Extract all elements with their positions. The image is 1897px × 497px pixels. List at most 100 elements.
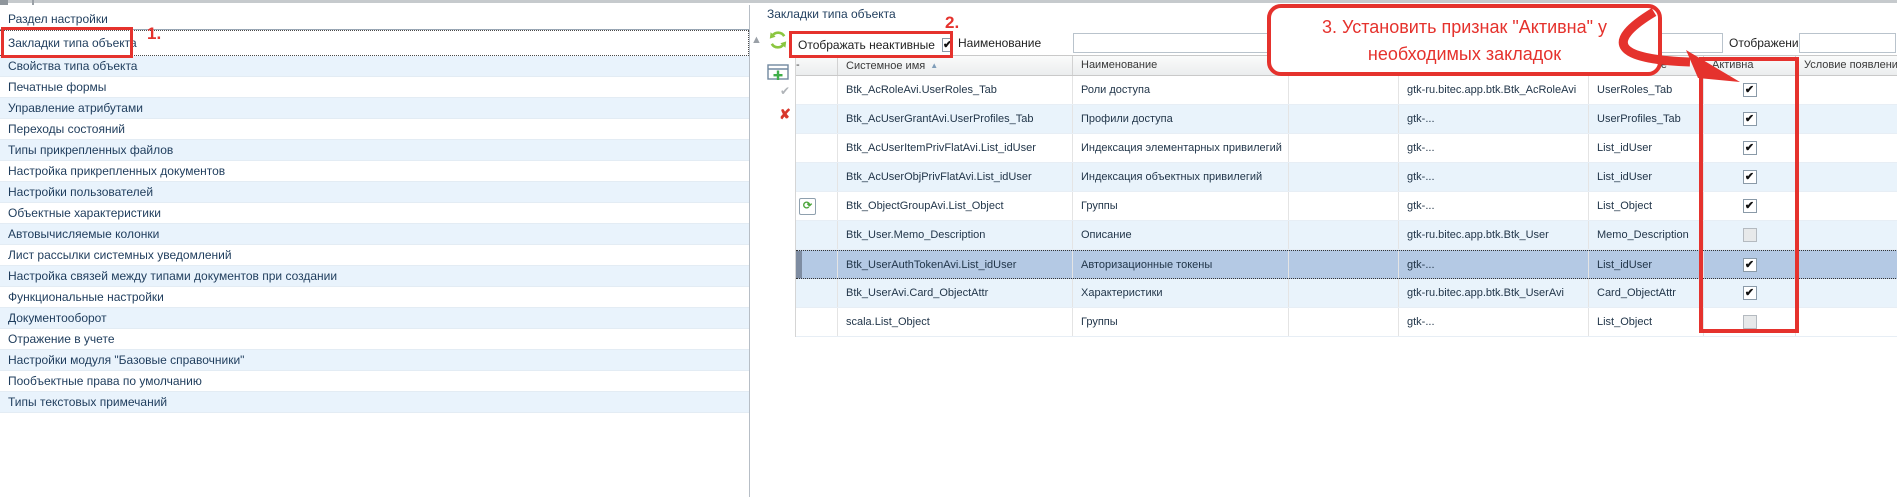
- settings-section-item[interactable]: Печатные формы: [0, 77, 749, 98]
- column-header[interactable]: Активна: [1704, 56, 1796, 75]
- settings-section-header[interactable]: Раздел настройки: [0, 8, 749, 30]
- active-cell: ✔: [1704, 105, 1796, 133]
- table-row[interactable]: Btk_AcUserObjPrivFlatAvi.List_idUserИнде…: [796, 163, 1897, 192]
- tab-name-cell: List_idUser: [1589, 251, 1704, 278]
- settings-section-item[interactable]: Типы прикрепленных файлов: [0, 140, 749, 161]
- row-indicator-cell: [796, 105, 838, 133]
- active-checkbox[interactable]: ✔: [1743, 199, 1757, 213]
- table-row[interactable]: Btk_AcRoleAvi.UserRoles_TabРоли доступа g…: [796, 76, 1897, 105]
- tab-name-cell: UserProfiles_Tab: [1589, 105, 1704, 133]
- show-inactive-checkbox[interactable]: ✔: [942, 38, 953, 52]
- table-row[interactable]: Btk_User.Memo_DescriptionОписаниеgtk-ru.…: [796, 221, 1897, 250]
- name-cell: Роли доступа: [1073, 76, 1289, 104]
- settings-section-item[interactable]: Настройка связей между типами документов…: [0, 266, 749, 287]
- system-name-cell: scala.List_Object: [838, 308, 1073, 336]
- system-name-cell: Btk_UserAuthTokenAvi.List_idUser: [838, 251, 1073, 278]
- active-checkbox[interactable]: ✔: [1743, 83, 1757, 97]
- settings-section-item[interactable]: Документооборот: [0, 308, 749, 329]
- settings-section-item[interactable]: Настройка прикрепленных документов: [0, 161, 749, 182]
- name-cell: Авторизационные токены: [1073, 251, 1289, 278]
- class-name-cell: gtk-ru.bitec.app.btk.Btk_User: [1399, 221, 1589, 249]
- add-row-icon[interactable]: [767, 64, 789, 81]
- table-row[interactable]: Btk_AcUserGrantAvi.UserProfiles_TabПрофи…: [796, 105, 1897, 134]
- class-name-cell: gtk-...: [1399, 251, 1589, 278]
- table-row[interactable]: scala.List_ObjectГруппыgtk-...List_Objec…: [796, 308, 1897, 337]
- condition-cell: [1796, 279, 1897, 307]
- settings-section-item[interactable]: Лист рассылки системных уведомлений: [0, 245, 749, 266]
- active-checkbox[interactable]: ✔: [1743, 112, 1757, 126]
- empty-cell: [1289, 163, 1399, 191]
- settings-section-item[interactable]: Настройки модуля "Базовые справочники": [0, 350, 749, 371]
- condition-cell: [1796, 76, 1897, 104]
- system-name-cell: Btk_AcUserGrantAvi.UserProfiles_Tab: [838, 105, 1073, 133]
- settings-section-item[interactable]: Автовычисляемые колонки: [0, 224, 749, 245]
- row-indicator-cell: [796, 308, 838, 336]
- settings-section-item[interactable]: Переходы состояний: [0, 119, 749, 140]
- app-window: Раздел настройки Закладки типа объектаСв…: [0, 0, 1897, 497]
- condition-cell: [1796, 134, 1897, 162]
- annotation-step3-line1: 3. Установить признак "Активна" у: [1271, 14, 1658, 41]
- column-header[interactable]: Условие появления: [1796, 56, 1897, 75]
- name-cell: Группы: [1073, 192, 1289, 220]
- class-name-cell: gtk-...: [1399, 134, 1589, 162]
- refresh-cell-icon: ⟳: [799, 198, 816, 215]
- condition-cell: [1796, 221, 1897, 249]
- settings-section-item[interactable]: Свойства типа объекта: [0, 56, 749, 77]
- tab-name-cell: List_Object: [1589, 308, 1704, 336]
- class-name-cell: gtk-...: [1399, 105, 1589, 133]
- annotation-step3-line2: необходимых закладок: [1271, 41, 1658, 68]
- column-header[interactable]: Системное имя▲: [838, 56, 1073, 75]
- settings-section-item[interactable]: Закладки типа объекта: [0, 30, 749, 56]
- class-name-cell: gtk-...: [1399, 308, 1589, 336]
- annotation-step1-label: 1.: [147, 24, 161, 44]
- settings-section-item[interactable]: Управление атрибутами: [0, 98, 749, 119]
- empty-cell: [1289, 192, 1399, 220]
- active-cell: ✔: [1704, 76, 1796, 104]
- active-checkbox: [1743, 228, 1757, 242]
- active-cell: ✔: [1704, 251, 1796, 278]
- settings-section-item[interactable]: Отражение в учете: [0, 329, 749, 350]
- table-row[interactable]: Btk_AcUserItemPrivFlatAvi.List_idUserИнд…: [796, 134, 1897, 163]
- active-checkbox[interactable]: ✔: [1743, 170, 1757, 184]
- active-cell: ✔: [1704, 279, 1796, 307]
- system-name-cell: Btk_AcRoleAvi.UserRoles_Tab: [838, 76, 1073, 104]
- condition-cell: [1796, 105, 1897, 133]
- selected-row-indicator: [796, 251, 802, 278]
- active-cell: [1704, 308, 1796, 336]
- system-name-cell: Btk_ObjectGroupAvi.List_Object: [838, 192, 1073, 220]
- display-filter-input[interactable]: [1799, 33, 1896, 53]
- name-filter-label: Наименование: [958, 36, 1041, 50]
- settings-section-item[interactable]: Типы текстовых примечаний: [0, 392, 749, 413]
- column-header[interactable]: -: [796, 56, 838, 75]
- active-cell: ✔: [1704, 134, 1796, 162]
- name-cell: Профили доступа: [1073, 105, 1289, 133]
- active-checkbox[interactable]: ✔: [1743, 286, 1757, 300]
- settings-section-list: Закладки типа объектаСвойства типа объек…: [0, 30, 749, 413]
- table-row[interactable]: Btk_UserAvi.Card_ObjectAttrХарактеристик…: [796, 279, 1897, 308]
- column-header[interactable]: Наименование: [1073, 56, 1289, 75]
- settings-section-item[interactable]: Пообъектные права по умолчанию: [0, 371, 749, 392]
- collapse-arrow-icon[interactable]: ▲: [751, 34, 762, 46]
- name-cell: Характеристики: [1073, 279, 1289, 307]
- row-indicator-cell: [796, 251, 838, 278]
- table-row[interactable]: ⟳ Btk_ObjectGroupAvi.List_ObjectГруппы gtk…: [796, 192, 1897, 221]
- system-name-cell: Btk_User.Memo_Description: [838, 221, 1073, 249]
- settings-section-item[interactable]: Настройки пользователей: [0, 182, 749, 203]
- class-name-cell: gtk-ru.bitec.app.btk.Btk_AcRoleAvi: [1399, 76, 1589, 104]
- class-name-cell: gtk-...: [1399, 192, 1589, 220]
- settings-section-panel: Раздел настройки Закладки типа объектаСв…: [0, 5, 750, 497]
- tab-name-cell: UserRoles_Tab: [1589, 76, 1704, 104]
- active-checkbox[interactable]: ✔: [1743, 258, 1757, 272]
- settings-section-item[interactable]: Функциональные настройки: [0, 287, 749, 308]
- active-checkbox[interactable]: ✔: [1743, 141, 1757, 155]
- system-name-cell: Btk_UserAvi.Card_ObjectAttr: [838, 279, 1073, 307]
- name-cell: Индексация объектных привилегий: [1073, 163, 1289, 191]
- row-indicator-cell: [796, 76, 838, 104]
- tab-name-cell: List_Object: [1589, 192, 1704, 220]
- refresh-icon[interactable]: [768, 30, 788, 50]
- empty-cell: [1289, 221, 1399, 249]
- object-tabs-table: -Системное имя▲НаименованиеОтображениеАк…: [795, 55, 1897, 337]
- name-cell: Индексация элементарных привилегий: [1073, 134, 1289, 162]
- settings-section-item[interactable]: Объектные характеристики: [0, 203, 749, 224]
- table-row[interactable]: Btk_UserAuthTokenAvi.List_idUserАвториза…: [796, 250, 1897, 279]
